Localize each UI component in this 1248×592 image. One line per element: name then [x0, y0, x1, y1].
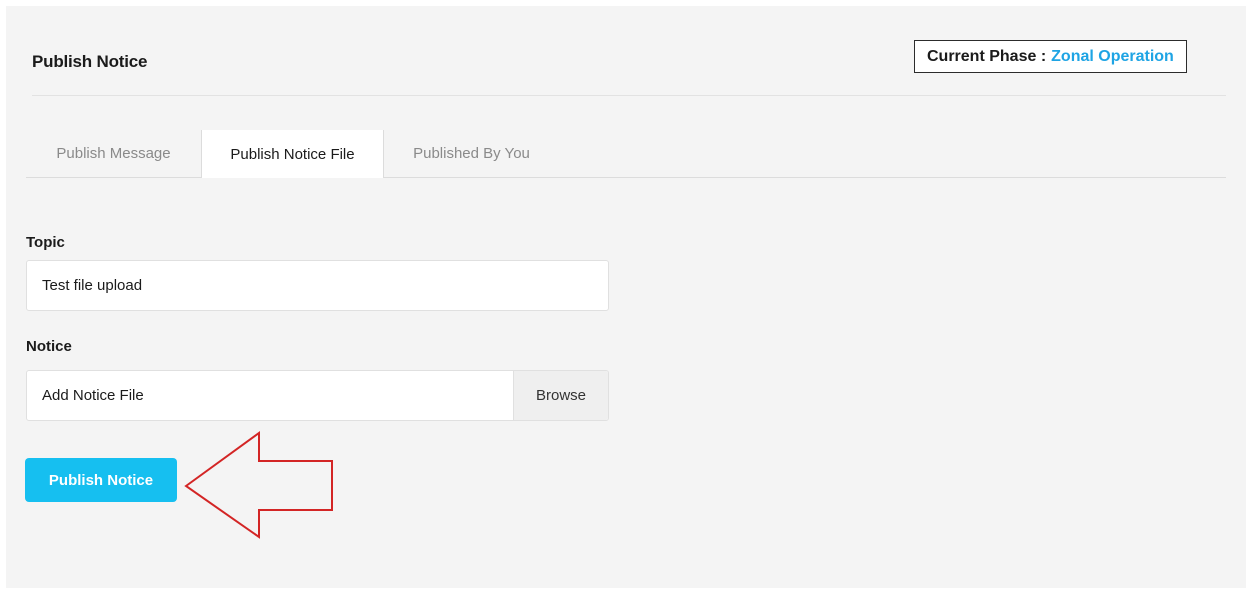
current-phase-badge: Current Phase : Zonal Operation [914, 40, 1187, 73]
tab-published-by-you[interactable]: Published By You [384, 130, 559, 177]
notice-file-input[interactable]: Add Notice File [27, 371, 513, 420]
tab-publish-message[interactable]: Publish Message [26, 130, 201, 177]
page-title: Publish Notice [32, 52, 148, 71]
topic-label: Topic [26, 234, 65, 251]
publish-notice-button[interactable]: Publish Notice [25, 458, 177, 502]
current-phase-label: Current Phase : [927, 47, 1047, 65]
notice-file-input-group: Add Notice File Browse [26, 370, 609, 421]
topic-input[interactable]: Test file upload [26, 260, 609, 311]
panel-header: Publish Notice Current Phase : Zonal Ope… [32, 6, 1226, 96]
browse-button[interactable]: Browse [513, 371, 608, 420]
notice-tabs: Publish Message Publish Notice File Publ… [26, 130, 1226, 178]
tab-publish-notice-file[interactable]: Publish Notice File [201, 130, 384, 178]
left-arrow-outline-icon [184, 431, 333, 539]
current-phase-value: Zonal Operation [1051, 47, 1174, 65]
notice-label: Notice [26, 338, 72, 355]
